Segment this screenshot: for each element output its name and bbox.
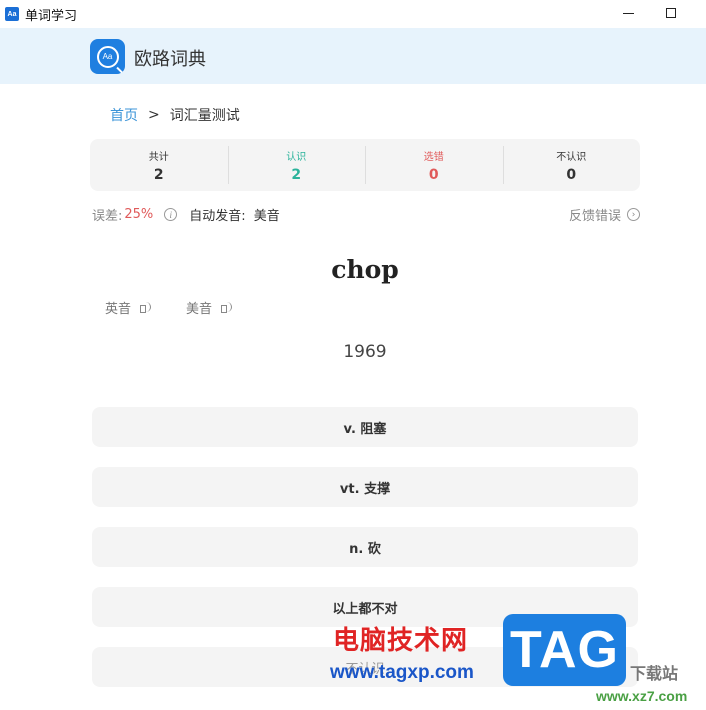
pron-uk-button[interactable]: 英音: [105, 298, 153, 317]
speaker-icon: [139, 301, 153, 315]
maximize-icon: [666, 8, 676, 18]
feedback-button[interactable]: 反馈错误 ›: [569, 205, 640, 224]
window-titlebar: Aa 单词学习: [0, 0, 706, 28]
stat-unknown-label: 不认识: [556, 151, 587, 163]
stat-total-label: 共计: [148, 151, 169, 163]
minimize-icon: [622, 12, 634, 14]
watermark-tag-logo: TAG: [503, 614, 626, 686]
word-rank: 1969: [343, 342, 387, 362]
info-icon[interactable]: i: [164, 208, 178, 221]
stat-unknown-value: 0: [566, 166, 577, 183]
option-button[interactable]: vt. 支撑: [92, 467, 638, 507]
stats-panel: 共计 2 认识 2 选错 0 不认识 0: [90, 139, 640, 191]
pron-uk-label: 英音: [105, 302, 132, 317]
app-header: Aa 欧路词典: [0, 28, 706, 84]
window-title: 单词学习: [25, 8, 78, 24]
brand-logo-icon: Aa: [90, 39, 125, 74]
stat-known-value: 2: [291, 166, 302, 183]
speaker-icon: [220, 301, 234, 315]
stat-known-label: 认识: [286, 151, 307, 163]
minimize-button[interactable]: [617, 4, 639, 22]
meta-row: 误差: 25% i 自动发音: 美音 反馈错误 ›: [92, 205, 642, 224]
option-button[interactable]: v. 阻塞: [92, 407, 638, 447]
test-word: chop: [331, 255, 399, 284]
breadcrumb: 首页 > 词汇量测试: [110, 105, 240, 125]
stat-total: 共计 2: [90, 139, 228, 191]
pron-us-label: 美音: [186, 302, 213, 317]
logo-text: Aa: [96, 45, 119, 68]
watermark-side-url: www.xz7.com: [596, 688, 688, 704]
auto-pronounce-value[interactable]: 美音: [254, 205, 280, 224]
breadcrumb-separator: >: [148, 107, 160, 123]
pron-us-button[interactable]: 美音: [186, 298, 234, 317]
breadcrumb-current: 词汇量测试: [169, 108, 240, 124]
maximize-button[interactable]: [660, 4, 682, 22]
app-icon: Aa: [5, 7, 19, 21]
brand-name: 欧路词典: [134, 49, 206, 70]
stat-known: 认识 2: [227, 139, 366, 191]
watermark-site-name: 电脑技术网: [333, 626, 469, 656]
watermark-side-text: 下载站: [630, 664, 679, 683]
watermark-site-url: www.tagxp.com: [330, 662, 474, 683]
stat-total-value: 2: [153, 166, 164, 183]
chevron-right-icon: ›: [627, 208, 640, 221]
error-value: 25%: [124, 207, 154, 222]
stat-wrong: 选错 0: [365, 139, 503, 191]
option-button[interactable]: n. 砍: [92, 527, 638, 567]
stat-wrong-label: 选错: [423, 151, 444, 163]
auto-pronounce-label: 自动发音:: [189, 209, 246, 224]
error-label: 误差:: [92, 209, 123, 224]
stat-unknown: 不认识 0: [502, 139, 641, 191]
stat-wrong-value: 0: [428, 166, 439, 183]
breadcrumb-home-link[interactable]: 首页: [110, 105, 138, 125]
feedback-label: 反馈错误: [568, 209, 621, 224]
